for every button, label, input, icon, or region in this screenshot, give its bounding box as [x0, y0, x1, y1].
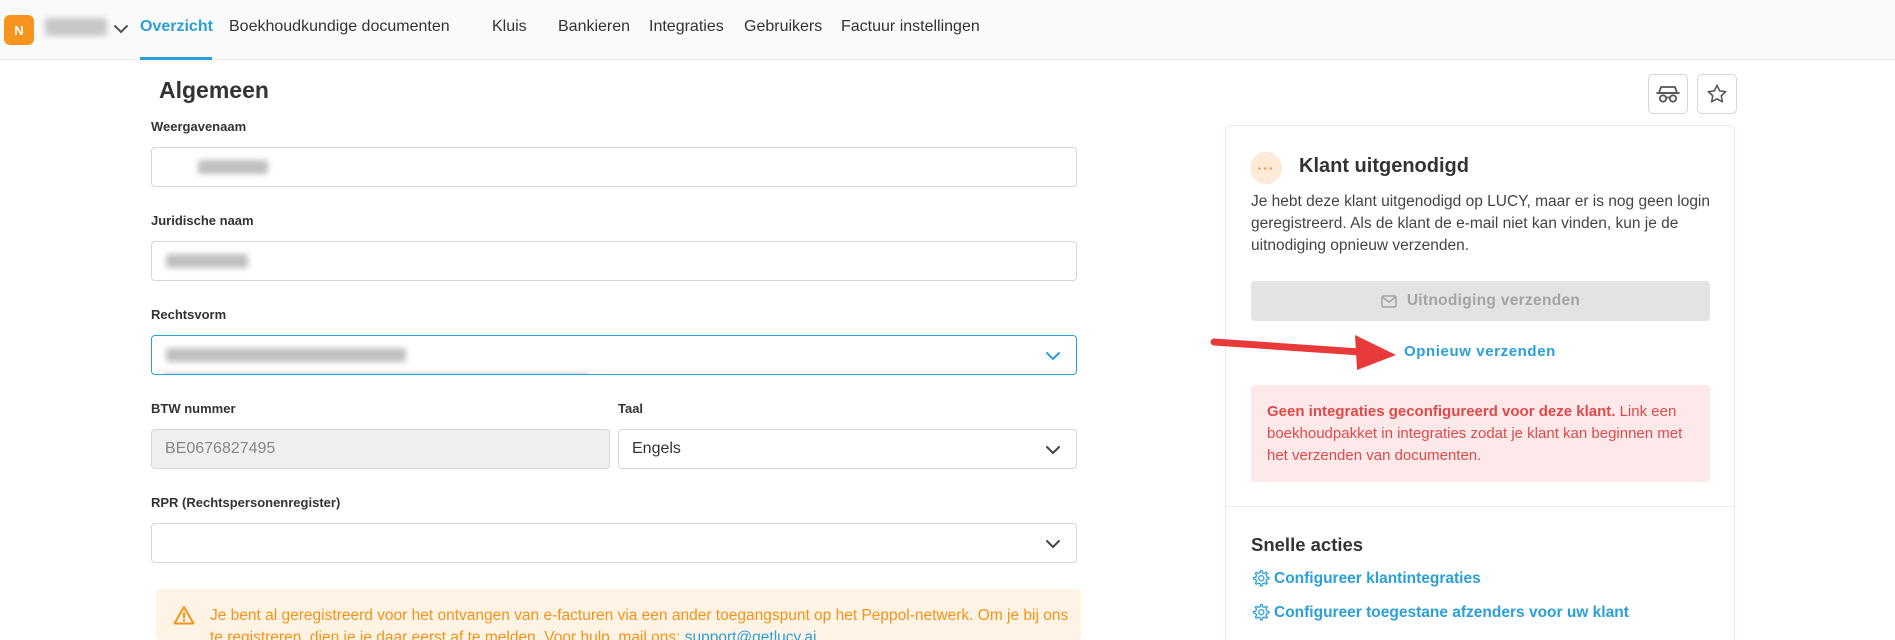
rechtsvorm-label: Rechtsvorm	[151, 307, 227, 322]
active-tab-indicator	[140, 57, 212, 60]
tab-overzicht[interactable]: Overzicht	[140, 17, 213, 37]
chevron-down-icon[interactable]	[1044, 535, 1062, 553]
warning-triangle-icon	[173, 606, 195, 625]
juridische-naam-label: Juridische naam	[151, 213, 254, 228]
top-navigation: N Overzicht Boekhoudkundige documenten K…	[0, 0, 1895, 60]
btw-nummer-value: BE0676827495	[165, 440, 276, 457]
redacted-value	[166, 254, 248, 268]
alert-text: Geen integraties geconfigureerd voor dez…	[1267, 401, 1697, 467]
tab-gebruikers[interactable]: Gebruikers	[744, 17, 822, 37]
incognito-icon	[1656, 86, 1680, 103]
support-email-link[interactable]: support@getlucy.ai	[685, 629, 817, 640]
tab-kluis[interactable]: Kluis	[492, 17, 527, 37]
weergavenaam-input[interactable]	[151, 147, 1077, 187]
divider	[1226, 506, 1734, 507]
star-icon	[1707, 84, 1727, 103]
quick-action-label: Configureer toegestane afzenders voor uw…	[1274, 603, 1629, 621]
quick-actions-title: Snelle acties	[1251, 534, 1364, 555]
configure-allowed-senders-link[interactable]: Configureer toegestane afzenders voor uw…	[1251, 603, 1629, 622]
chevron-down-icon[interactable]	[112, 20, 130, 38]
alert-title: Geen integraties geconfigureerd voor dez…	[1267, 403, 1616, 420]
resend-invitation-link[interactable]: Opnieuw verzenden	[1404, 343, 1556, 360]
configure-client-integrations-link[interactable]: Configureer klantintegraties	[1251, 569, 1481, 588]
card-title: Klant uitgenodigd	[1299, 155, 1469, 177]
juridische-naam-input[interactable]	[151, 241, 1077, 281]
weergavenaam-label: Weergavenaam	[151, 119, 247, 134]
rpr-select[interactable]	[151, 523, 1077, 563]
annotation-arrow-icon	[1210, 335, 1396, 370]
redacted-value	[166, 348, 406, 362]
peppol-warning: Je bent al geregistreerd voor het ontvan…	[156, 589, 1081, 640]
send-invitation-label: Uitnodiging verzenden	[1406, 292, 1581, 309]
section-title: Algemeen	[159, 77, 269, 103]
btw-nummer-label: BTW nummer	[151, 401, 236, 416]
card-description: Je hebt deze klant uitgenodigd op LUCY, …	[1251, 193, 1710, 254]
rechtsvorm-select[interactable]	[151, 335, 1077, 375]
taal-label: Taal	[618, 401, 644, 416]
send-invitation-button[interactable]: Uitnodiging verzenden	[1251, 281, 1710, 321]
tab-bankieren[interactable]: Bankieren	[558, 17, 630, 37]
warning-message: Je bent al geregistreerd voor het ontvan…	[210, 607, 1069, 640]
focus-indicator	[164, 372, 588, 374]
gear-icon	[1252, 569, 1270, 587]
envelope-icon	[1381, 294, 1397, 308]
tab-integraties[interactable]: Integraties	[649, 17, 724, 37]
taal-value: Engels	[632, 440, 681, 457]
rpr-label: RPR (Rechtspersonenregister)	[151, 495, 341, 510]
tab-factuur-instellingen[interactable]: Factuur instellingen	[841, 17, 980, 37]
company-avatar[interactable]: N	[4, 15, 34, 45]
impersonate-button[interactable]	[1648, 74, 1688, 114]
company-name-redacted[interactable]	[45, 18, 107, 36]
tab-boekhoudkundige-documenten[interactable]: Boekhoudkundige documenten	[229, 17, 450, 37]
redacted-value	[198, 160, 268, 174]
taal-select[interactable]: Engels	[618, 429, 1077, 469]
gear-icon	[1252, 603, 1270, 621]
btw-nummer-input: BE0676827495	[151, 429, 610, 469]
no-integrations-alert: Geen integraties geconfigureerd voor dez…	[1251, 385, 1710, 482]
favorite-button[interactable]	[1697, 74, 1737, 114]
pending-status-icon: ···	[1250, 152, 1282, 184]
warning-text: Je bent al geregistreerd voor het ontvan…	[210, 605, 1070, 640]
quick-action-label: Configureer klantintegraties	[1274, 569, 1481, 587]
chevron-down-icon[interactable]	[1044, 441, 1062, 459]
chevron-down-icon[interactable]	[1044, 347, 1062, 365]
client-status-card: ··· Klant uitgenodigd Je hebt deze klant…	[1225, 125, 1735, 640]
